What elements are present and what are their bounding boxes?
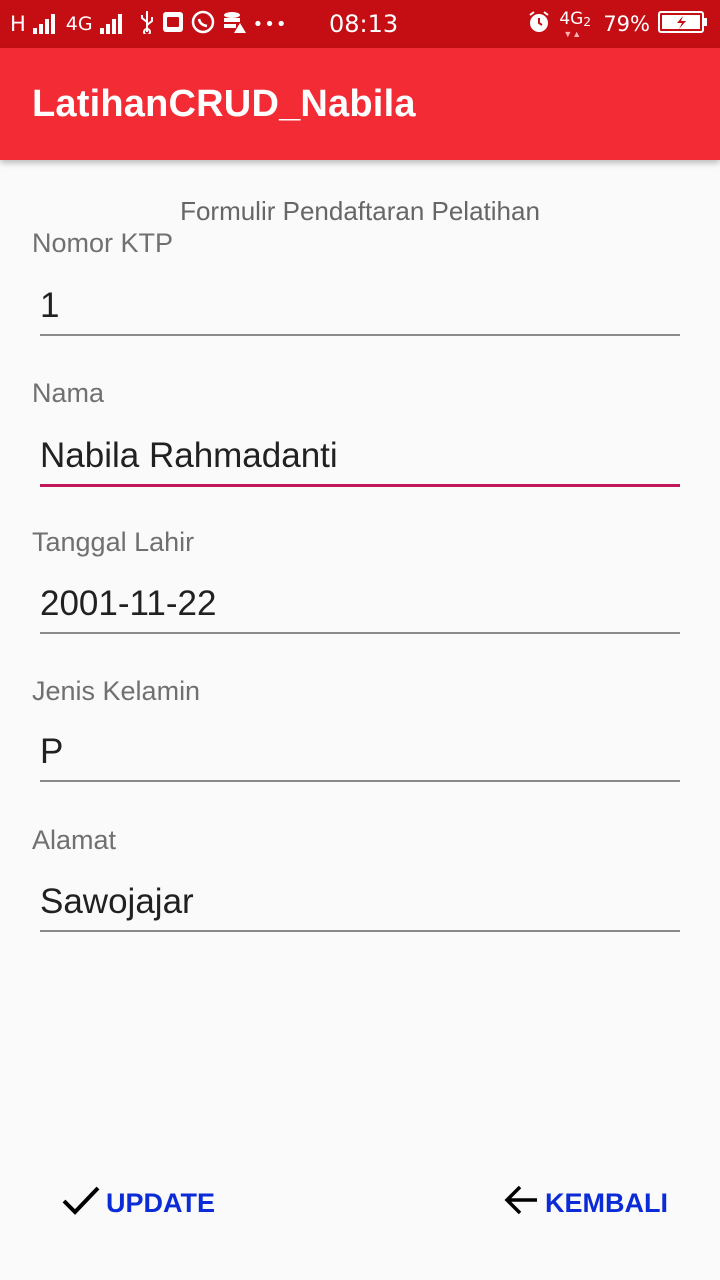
network-type-label: H (10, 12, 26, 36)
signal-icon (32, 14, 55, 34)
arrow-left-icon (503, 1184, 539, 1223)
form-title: Formulir Pendaftaran Pelatihan (180, 196, 540, 226)
label-alamat: Alamat (32, 825, 117, 855)
alarm-icon (527, 10, 551, 39)
signal-icon-2 (99, 14, 122, 34)
network-4g2-label: 4G 2 ▼▲ (559, 9, 591, 39)
battery-percent: 79% (603, 12, 650, 36)
kembali-button-label: KEMBALI (545, 1188, 668, 1218)
jenis-kelamin-input[interactable]: P (40, 730, 680, 782)
whatsapp-icon (191, 10, 215, 39)
storage-warning-icon (222, 10, 246, 39)
clock: 08:13 (329, 10, 399, 38)
label-tanggal-lahir: Tanggal Lahir (32, 527, 195, 557)
label-jenis-kelamin: Jenis Kelamin (32, 676, 201, 706)
kembali-button[interactable]: KEMBALI (503, 1184, 668, 1223)
more-notifications-icon: ••• (252, 13, 288, 35)
update-button[interactable]: UPDATE (62, 1184, 215, 1223)
status-bar: H 4G ••• 08:13 4G 2 ▼▲ 79% (0, 0, 720, 48)
tanggal-lahir-input[interactable]: 2001-11-22 (40, 582, 680, 634)
check-icon (62, 1184, 100, 1223)
label-nomor-ktp: Nomor KTP (32, 228, 174, 258)
usb-icon (139, 10, 155, 39)
app-title: LatihanCRUD_Nabila (32, 83, 416, 125)
battery-icon (658, 10, 708, 39)
nama-input[interactable]: Nabila Rahmadanti (40, 434, 680, 487)
data-activity-icon: ▼▲ (563, 29, 582, 39)
status-left: H 4G ••• (10, 0, 287, 48)
app-bar: LatihanCRUD_Nabila (0, 48, 720, 160)
file-manager-icon (162, 10, 184, 39)
update-button-label: UPDATE (106, 1188, 216, 1218)
label-nama: Nama (32, 378, 105, 408)
alamat-input[interactable]: Sawojajar (40, 880, 680, 932)
nomor-ktp-input[interactable]: 1 (40, 284, 680, 336)
network-4g-label: 4G (65, 13, 93, 35)
status-right: 4G 2 ▼▲ 79% (527, 0, 708, 48)
